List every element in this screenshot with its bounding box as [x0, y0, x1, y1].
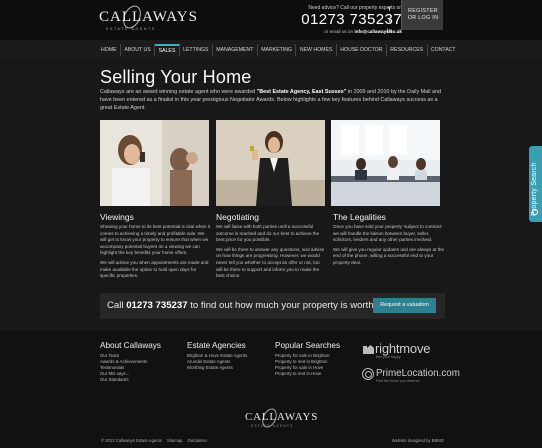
page-title: Selling Your Home — [100, 67, 252, 87]
designer-credit[interactable]: Website designed by BBMG — [392, 438, 444, 443]
feature-text: We will give you regular updates and are… — [333, 246, 444, 265]
feature-title: Viewings — [100, 212, 134, 222]
intro-paragraph: Callaways are an award winning estate ag… — [100, 89, 445, 112]
feature-text: We will liaise with both parties until a… — [216, 224, 320, 243]
main-nav: HOME ABOUT US SALES LETTINGS MANAGEMENT … — [99, 44, 459, 56]
social-links: f t in — [385, 5, 395, 38]
nav-sales[interactable]: SALES — [155, 44, 180, 56]
feature-text: We will advise you when appointments are… — [100, 259, 209, 279]
nav-contact[interactable]: CONTACT — [428, 44, 459, 56]
legalities-photo — [331, 120, 440, 206]
nav-about-us[interactable]: ABOUT US — [121, 44, 156, 56]
property-search-tab[interactable]: Property Search — [529, 146, 542, 222]
disclaimer-link[interactable]: Disclaimer — [188, 438, 208, 443]
feature-viewings: Viewings Showing your home to its best p… — [100, 212, 211, 283]
footer-about: About Callaways Our Team Awards & Achiev… — [100, 341, 161, 383]
footer-link[interactable]: Property to rent in Hove — [275, 371, 340, 377]
feature-negotiating: Negotiating We will liaise with both par… — [216, 212, 327, 283]
cta-suffix: to find out how much your property is wo… — [190, 300, 374, 311]
primelocation-tagline: Find the home you deserve — [376, 379, 420, 383]
register-login-button[interactable]: REGISTER OR LOG IN — [401, 0, 443, 30]
footer-heading: Popular Searches — [275, 341, 341, 350]
linkedin-icon[interactable]: in — [385, 27, 394, 36]
sitemap-link[interactable]: Sitemap — [167, 438, 182, 443]
footer-searches: Popular Searches Property for sale in Br… — [275, 341, 340, 377]
footer-agencies: Estate Agencies Brighton & Hove Estate A… — [187, 341, 247, 371]
negotiating-photo — [216, 120, 325, 206]
footer-link[interactable]: Our Standards — [100, 377, 161, 383]
nav-house-doctor[interactable]: HOUSE DOCTOR — [337, 44, 387, 56]
footer-logo-name: CALLAWAYS — [245, 411, 319, 423]
valuation-banner: Call 01273 735237 to find out how much y… — [100, 293, 445, 319]
cta-phone[interactable]: 01273 735237 — [126, 300, 187, 311]
facebook-icon[interactable]: f — [385, 5, 394, 14]
twitter-icon[interactable]: t — [385, 16, 394, 25]
valuation-text: Call 01273 735237 to find out how much y… — [107, 300, 374, 311]
footer-heading: Estate Agencies — [187, 341, 246, 350]
rightmove-wordmark: rightmove — [375, 341, 431, 356]
login-line-2: OR LOG IN — [407, 15, 439, 21]
viewings-photo — [100, 120, 209, 206]
nav-lettings[interactable]: LETTINGS — [180, 44, 213, 56]
cta-prefix: Call — [107, 300, 124, 311]
feature-text: Showing your home to its best potential … — [100, 224, 211, 256]
nav-marketing[interactable]: MARKETING — [258, 44, 297, 56]
rightmove-house-icon — [363, 345, 374, 354]
feature-title: The Legalities — [333, 212, 386, 222]
nav-resources[interactable]: RESOURCES — [387, 44, 428, 56]
copyright-text: © 2013 Callaways Estate Agents — [101, 438, 162, 443]
email-prefix: or email us on — [324, 29, 354, 34]
request-valuation-button[interactable]: Request a valuation — [373, 298, 436, 313]
footer-logo-subtitle: ESTATE AGENTS — [251, 424, 294, 428]
logo-name: CALLAWAYS — [99, 9, 198, 25]
footer-legal: © 2013 Callaways Estate Agents Sitemap D… — [101, 438, 211, 443]
login-line-1: REGISTER — [408, 8, 438, 14]
feature-text: Once you have sold your property 'subjec… — [333, 224, 443, 243]
footer-link[interactable]: Worthing Estate Agents — [187, 365, 247, 371]
logo-subtitle: ESTATE AGENTS — [106, 27, 156, 31]
footer-heading: About Callaways — [100, 341, 161, 350]
callaways-logo[interactable]: CALLAWAYS ESTATE AGENTS — [99, 2, 197, 33]
nav-management[interactable]: MANAGEMENT — [213, 44, 258, 56]
login-label: REGISTER OR LOG IN — [402, 8, 444, 22]
feature-title: Negotiating — [216, 212, 260, 222]
intro-text-a: Callaways are an award winning estate ag… — [100, 89, 257, 95]
intro-award: "Best Estate Agency, East Sussex" — [256, 89, 347, 95]
nav-new-homes[interactable]: NEW HOMES — [296, 44, 337, 56]
primelocation-wordmark: PrimeLocation.com — [376, 368, 460, 379]
feature-text: We will be there to answer any questions… — [216, 246, 325, 279]
property-search-label: Property Search — [531, 162, 538, 216]
rightmove-tagline: find your happy — [376, 355, 401, 359]
footer-logo[interactable]: CALLAWAYS ESTATE AGENTS — [245, 406, 317, 430]
site-header: CALLAWAYS ESTATE AGENTS Need advice? Cal… — [0, 0, 542, 40]
site-footer — [0, 330, 542, 448]
nav-home[interactable]: HOME — [99, 44, 121, 56]
feature-legalities: The Legalities Once you have sold your p… — [333, 212, 444, 270]
primelocation-ring-icon — [362, 368, 374, 380]
